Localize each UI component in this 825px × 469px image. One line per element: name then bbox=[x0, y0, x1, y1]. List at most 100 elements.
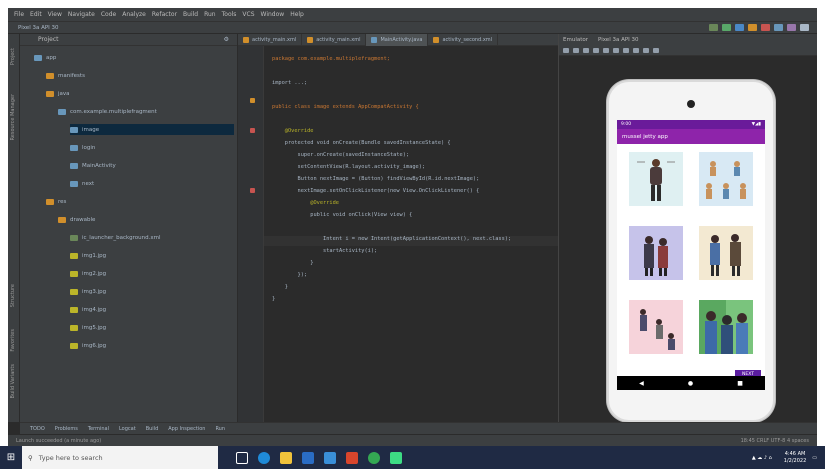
code-line[interactable]: protected void onCreate(Bundle savedInst… bbox=[272, 140, 451, 150]
code-line[interactable]: }); bbox=[272, 272, 308, 282]
power-icon[interactable] bbox=[563, 48, 569, 53]
stop-icon[interactable] bbox=[761, 24, 770, 31]
menu-item-vcs[interactable]: VCS bbox=[242, 11, 254, 18]
tree-item[interactable]: java bbox=[46, 88, 234, 99]
chrome-icon[interactable] bbox=[368, 451, 380, 464]
tool-tab-app-inspection[interactable]: App Inspection bbox=[168, 426, 205, 432]
device-selector-icon[interactable] bbox=[709, 24, 718, 31]
volume-down-icon[interactable] bbox=[583, 48, 589, 53]
debug-icon[interactable] bbox=[735, 24, 744, 31]
tab-activity-second[interactable]: activity_second.xml bbox=[428, 33, 499, 46]
tool-tab-run[interactable]: Run bbox=[215, 426, 225, 432]
taskbar-search-box[interactable]: ⚲ Type here to search bbox=[22, 446, 218, 469]
tab-activity-main-1[interactable]: activity_main.xml bbox=[238, 33, 303, 46]
volume-up-icon[interactable] bbox=[573, 48, 579, 53]
tree-item[interactable]: login bbox=[70, 142, 234, 153]
code-area[interactable]: package com.example.multiplefragment; imp… bbox=[264, 46, 558, 422]
nav-recent-icon[interactable]: ■ bbox=[737, 380, 743, 387]
screenshot-icon[interactable] bbox=[643, 48, 649, 53]
breadcrumb[interactable]: Pixel 3a API 30 bbox=[18, 25, 59, 31]
tool-window-favorites-tab[interactable]: Favorites bbox=[10, 329, 16, 352]
code-line[interactable]: Button nextImage = (Button) findViewById… bbox=[272, 176, 480, 186]
avd-manager-icon[interactable] bbox=[787, 24, 796, 31]
tree-item[interactable]: MainActivity bbox=[70, 160, 234, 171]
file-explorer-icon[interactable] bbox=[280, 451, 292, 464]
menu-item-code[interactable]: Code bbox=[101, 11, 116, 18]
tree-item[interactable]: img5.jpg bbox=[70, 322, 234, 333]
tree-item[interactable]: img6.jpg bbox=[70, 340, 234, 351]
code-line[interactable]: } bbox=[272, 260, 313, 270]
tree-item[interactable]: img2.jpg bbox=[70, 268, 234, 279]
emulator-tab[interactable]: Emulator bbox=[563, 37, 588, 43]
tool-tab-todo[interactable]: TODO bbox=[30, 426, 45, 432]
menu-item-help[interactable]: Help bbox=[290, 11, 304, 18]
notification-icon[interactable]: ▭ bbox=[812, 455, 817, 461]
tool-tab-terminal[interactable]: Terminal bbox=[88, 426, 109, 432]
rotate-right-icon[interactable] bbox=[603, 48, 609, 53]
override-marker-icon[interactable] bbox=[250, 188, 255, 193]
nav-back-icon[interactable]: ◀ bbox=[639, 380, 644, 387]
class-marker-icon[interactable] bbox=[250, 98, 255, 103]
code-line[interactable]: super.onCreate(savedInstanceState); bbox=[272, 152, 410, 162]
menu-item-edit[interactable]: Edit bbox=[30, 11, 42, 18]
tree-item[interactable]: app bbox=[34, 52, 234, 63]
rotate-left-icon[interactable] bbox=[593, 48, 599, 53]
tree-item[interactable]: img1.jpg bbox=[70, 250, 234, 261]
status-file-info[interactable]: 18:45 CRLF UTF-8 4 spaces bbox=[741, 438, 809, 444]
more-icon[interactable] bbox=[653, 48, 659, 53]
tray-icons[interactable]: ▲ ☁ ♪ ⌂ bbox=[752, 455, 772, 461]
code-line[interactable]: startActivity(i); bbox=[272, 248, 377, 258]
project-panel-header[interactable]: Project ⚙ bbox=[20, 34, 237, 46]
code-line[interactable]: Intent i = new Intent(getApplicationCont… bbox=[272, 236, 511, 246]
tab-activity-main-2[interactable]: activity_main.xml bbox=[302, 33, 367, 46]
code-line[interactable]: @Override bbox=[272, 200, 339, 210]
override-marker-icon[interactable] bbox=[250, 128, 255, 133]
menu-item-navigate[interactable]: Navigate bbox=[68, 11, 95, 18]
tool-window-build-variants-tab[interactable]: Build Variants bbox=[10, 364, 16, 398]
tool-tab-logcat[interactable]: Logcat bbox=[119, 426, 136, 432]
clock[interactable]: 4:46 AM 1/2/2022 bbox=[778, 451, 806, 465]
back-icon[interactable] bbox=[613, 48, 619, 53]
tool-window-resource-manager-tab[interactable]: Resource Manager bbox=[10, 94, 16, 140]
windows-start-icon[interactable]: ⊞ bbox=[0, 446, 22, 469]
tool-tab-build[interactable]: Build bbox=[146, 426, 159, 432]
tool-tab-problems[interactable]: Problems bbox=[55, 426, 78, 432]
menu-item-file[interactable]: File bbox=[14, 11, 24, 18]
run-icon[interactable] bbox=[722, 24, 731, 31]
tab-main-activity[interactable]: MainActivity.java bbox=[366, 33, 429, 46]
code-line[interactable]: nextImage.setOnClickListener(new View.On… bbox=[272, 188, 480, 198]
menu-item-build[interactable]: Build bbox=[183, 11, 198, 18]
menu-item-window[interactable]: Window bbox=[261, 11, 285, 18]
menu-item-tools[interactable]: Tools bbox=[222, 11, 237, 18]
tree-item[interactable]: res bbox=[46, 196, 234, 207]
edge-browser-icon[interactable] bbox=[258, 451, 270, 464]
menu-item-refactor[interactable]: Refactor bbox=[152, 11, 177, 18]
code-line[interactable]: public class image extends AppCompatActi… bbox=[272, 104, 419, 114]
code-line[interactable]: public void onClick(View view) { bbox=[272, 212, 412, 222]
tree-item[interactable]: image bbox=[70, 124, 234, 135]
settings-icon[interactable]: ⚙ bbox=[224, 36, 229, 43]
apply-changes-icon[interactable] bbox=[748, 24, 757, 31]
code-line[interactable]: } bbox=[272, 284, 288, 294]
image-tile-5[interactable] bbox=[629, 300, 683, 354]
task-view-icon[interactable] bbox=[236, 451, 248, 464]
image-tile-4[interactable] bbox=[699, 226, 753, 280]
android-studio-icon[interactable] bbox=[390, 451, 402, 464]
sdk-manager-icon[interactable] bbox=[800, 24, 809, 31]
image-tile-1[interactable] bbox=[629, 152, 683, 206]
sync-icon[interactable] bbox=[774, 24, 783, 31]
image-tile-2[interactable] bbox=[699, 152, 753, 206]
tree-item[interactable]: img3.jpg bbox=[70, 286, 234, 297]
code-line[interactable]: setContentView(R.layout.activity_image); bbox=[272, 164, 426, 174]
tool-window-structure-tab[interactable]: Structure bbox=[10, 284, 16, 307]
store-icon[interactable] bbox=[302, 451, 314, 464]
office-icon[interactable] bbox=[346, 451, 358, 464]
tree-item[interactable]: img4.jpg bbox=[70, 304, 234, 315]
nav-home-icon[interactable]: ● bbox=[688, 380, 693, 387]
code-line[interactable]: import ...; bbox=[272, 80, 307, 90]
menu-item-view[interactable]: View bbox=[48, 11, 62, 18]
home-icon[interactable] bbox=[623, 48, 629, 53]
image-tile-6[interactable] bbox=[699, 300, 753, 354]
line-gutter[interactable] bbox=[238, 46, 264, 422]
tree-item[interactable]: next bbox=[70, 178, 234, 189]
